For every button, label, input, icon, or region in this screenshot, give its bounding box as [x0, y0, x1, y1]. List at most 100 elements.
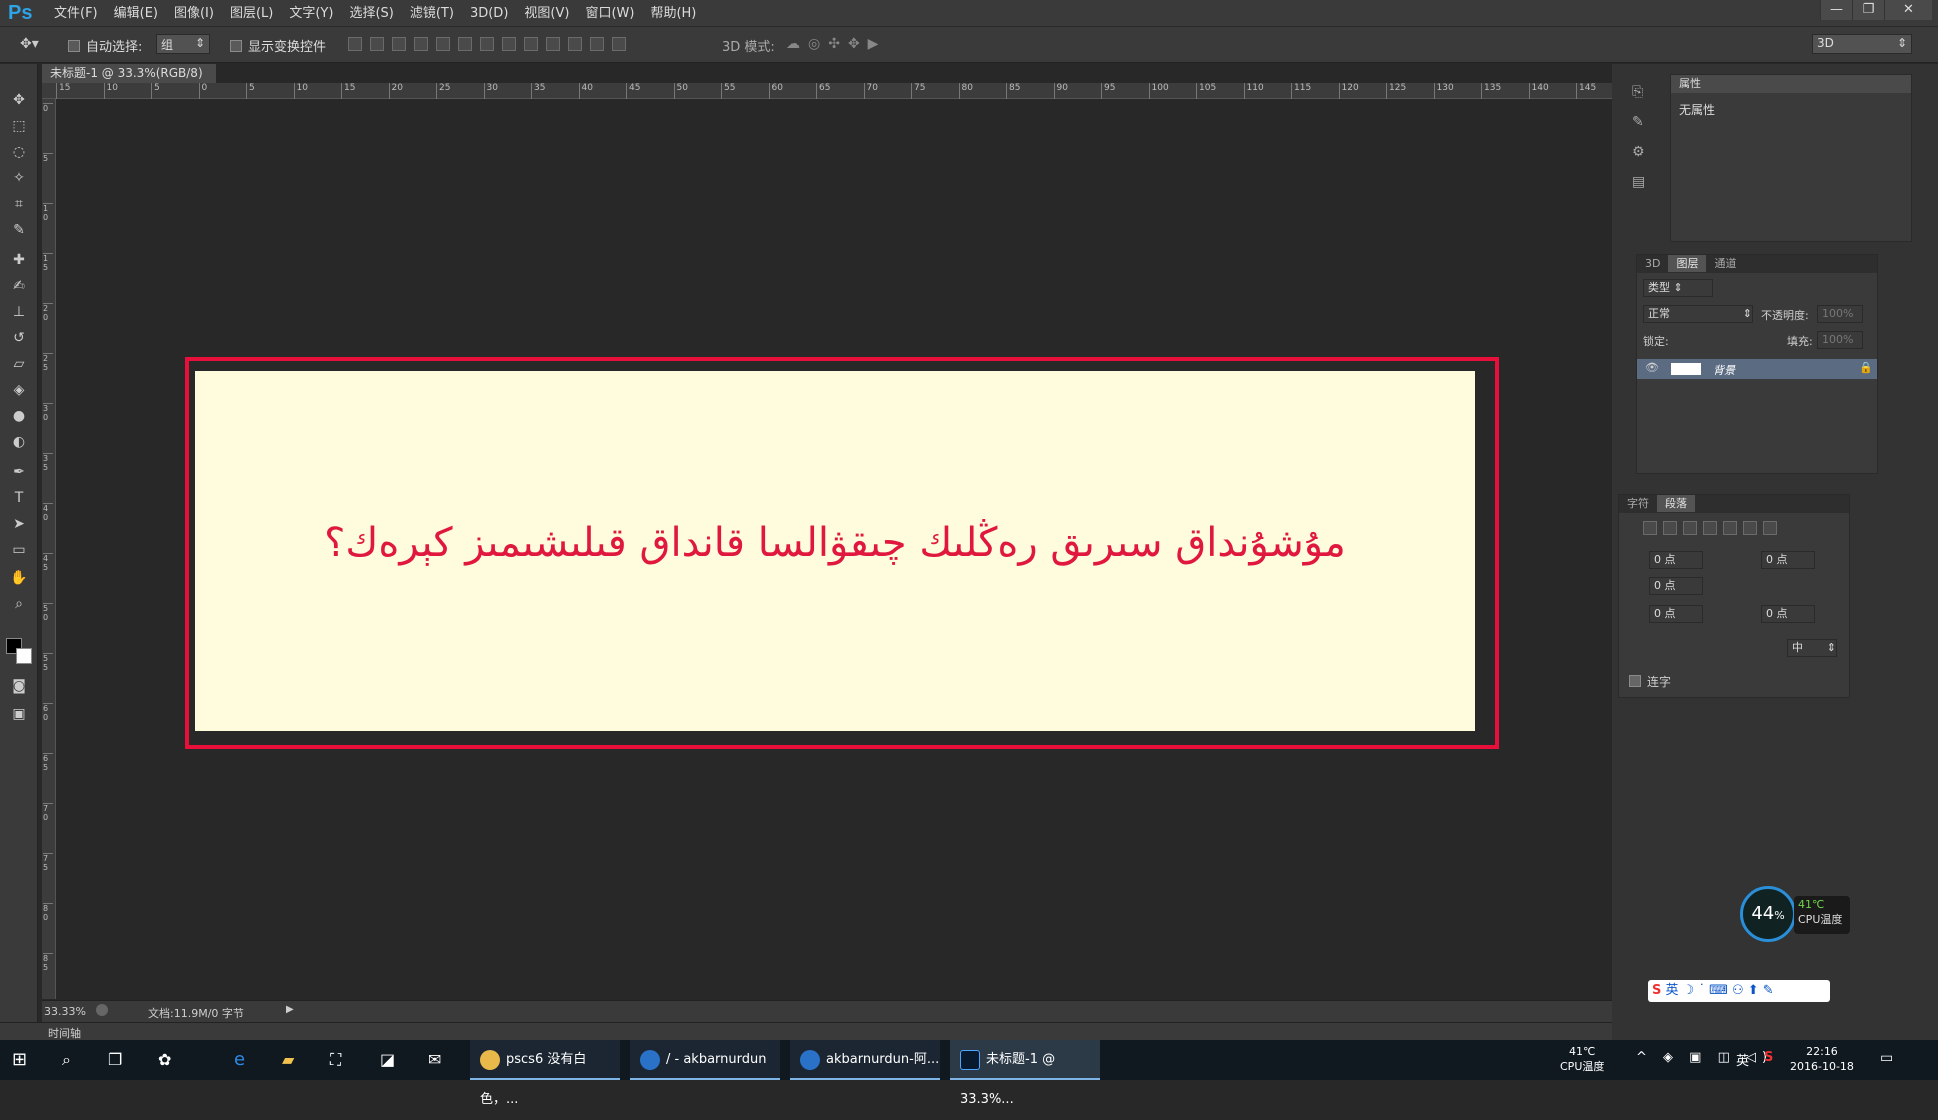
adjust-panel-icon[interactable]: ⚙ [1632, 144, 1654, 160]
menu-file[interactable]: 文件(F) [46, 5, 106, 22]
minimize-button[interactable]: — [1820, 0, 1852, 20]
align-hcenter-icon[interactable] [436, 37, 450, 51]
distribute-left-icon[interactable] [546, 37, 560, 51]
ime-lang[interactable]: 英 [1666, 983, 1679, 998]
screen-mode-icon[interactable]: ▣ [8, 704, 30, 724]
align-right-text-icon[interactable] [1683, 521, 1697, 535]
justify-all-icon[interactable] [1763, 521, 1777, 535]
tray-ime-lang[interactable]: 英 [1736, 1050, 1749, 1069]
tab-channels[interactable]: 通道 [1706, 255, 1744, 272]
space-after-field[interactable]: 0 点 [1761, 605, 1815, 623]
align-left-icon[interactable] [414, 37, 428, 51]
opacity-field[interactable]: 100% [1817, 305, 1863, 323]
workspace-dropdown[interactable]: 3D ⇕ [1812, 34, 1912, 54]
menu-type[interactable]: 文字(Y) [281, 5, 341, 22]
auto-align-icon[interactable] [612, 37, 626, 51]
path-select-icon[interactable]: ➤ [8, 514, 30, 534]
distribute-hcenter-icon[interactable] [568, 37, 582, 51]
layer-name[interactable]: 背景 [1713, 362, 1735, 378]
taskbar-app-photoshop[interactable]: 未标题-1 @ 33.3%... [950, 1040, 1100, 1107]
lasso-tool-icon[interactable]: ◌ [8, 142, 30, 162]
align-vcenter-icon[interactable] [370, 37, 384, 51]
eraser-tool-icon[interactable]: ▱ [8, 354, 30, 374]
tray-icons[interactable]: ^ ◈ ▣ ◫ ◁) [1636, 1050, 1773, 1065]
eyedropper-icon[interactable]: ✎ [8, 220, 30, 240]
justify-right-icon[interactable] [1743, 521, 1757, 535]
edge-icon[interactable]: e [234, 1040, 245, 1080]
document-tab[interactable]: 未标题-1 @ 33.3%(RGB/8) × [42, 64, 216, 99]
store-icon[interactable]: ⛶ [330, 1040, 341, 1080]
file-explorer-icon[interactable]: ▰ [282, 1040, 294, 1080]
distribute-vcenter-icon[interactable] [502, 37, 516, 51]
space-before-field[interactable]: 0 点 [1649, 605, 1703, 623]
pinned-app3-icon[interactable]: ✉ [428, 1040, 441, 1080]
pinned-app2-icon[interactable]: ◪ [380, 1040, 395, 1080]
hyphenate-checkbox[interactable] [1629, 673, 1641, 687]
zoom-tool-icon[interactable]: ⌕ [8, 594, 30, 614]
hand-tool-icon[interactable]: ✋ [8, 568, 30, 588]
tab-character[interactable]: 字符 [1619, 495, 1657, 512]
search-icon[interactable]: ⌕ [62, 1040, 71, 1080]
menu-view[interactable]: 视图(V) [516, 5, 577, 22]
task-view-icon[interactable]: ❐ [108, 1040, 122, 1080]
blur-tool-icon[interactable]: ● [8, 406, 30, 426]
taskbar-app-chrome[interactable]: pscs6 没有白色，... [470, 1040, 620, 1107]
type-tool-icon[interactable]: T [8, 488, 30, 508]
tab-3d[interactable]: 3D [1637, 255, 1668, 272]
brush-panel-icon[interactable]: ✎ [1632, 114, 1654, 130]
align-top-icon[interactable] [348, 37, 362, 51]
paint-bucket-icon[interactable]: ◈ [8, 380, 30, 400]
cpu-gauge[interactable]: 44% [1740, 886, 1796, 942]
tray-cpu[interactable]: 41℃ CPU温度 [1560, 1044, 1604, 1074]
notification-icon[interactable]: ▭ [1880, 1050, 1893, 1066]
crop-tool-icon[interactable]: ⌗ [8, 194, 30, 214]
background-color[interactable] [16, 648, 32, 664]
auto-select-checkbox[interactable] [68, 38, 80, 52]
show-transform-checkbox[interactable] [230, 38, 242, 52]
taskbar-app-akbarnurdun1[interactable]: / - akbarnurdun [630, 1040, 780, 1080]
start-windows-icon[interactable]: ⊞ [12, 1040, 27, 1080]
menu-layer[interactable]: 图层(L) [222, 5, 281, 22]
tab-paragraph[interactable]: 段落 [1657, 495, 1695, 512]
layer-comps-icon[interactable]: ▤ [1632, 174, 1654, 190]
tab-layers[interactable]: 图层 [1668, 255, 1707, 272]
indent-right-field[interactable]: 0 点 [1761, 551, 1815, 569]
kashida-dropdown[interactable]: 中 ⇕ [1787, 639, 1837, 657]
menu-select[interactable]: 选择(S) [341, 5, 401, 22]
restore-button[interactable]: ❐ [1852, 0, 1884, 20]
menu-3d[interactable]: 3D(D) [462, 5, 516, 22]
menu-help[interactable]: 帮助(H) [642, 5, 704, 22]
justify-left-icon[interactable] [1703, 521, 1717, 535]
stamp-tool-icon[interactable]: ⊥ [8, 302, 30, 322]
history-brush-icon[interactable]: ↺ [8, 328, 30, 348]
menu-edit[interactable]: 编辑(E) [106, 5, 166, 22]
ime-toolbar[interactable]: S 英 ☽ ˙ ⌨ ⚇ ⬆ ✎ [1648, 980, 1830, 1002]
taskbar-app-akbarnurdun2[interactable]: akbarnurdun-阿... [790, 1040, 940, 1080]
move-tool-icon[interactable]: ✥ [8, 90, 30, 110]
status-info-icon[interactable] [96, 1004, 108, 1016]
menu-image[interactable]: 图像(I) [166, 5, 222, 22]
distribute-bottom-icon[interactable] [524, 37, 538, 51]
auto-select-dropdown[interactable]: 组 ⇕ [156, 34, 210, 54]
layer-row-background[interactable]: 👁 背景 🔒 [1637, 359, 1877, 379]
ime-tools-icons[interactable]: ☽ ˙ ⌨ ⚇ ⬆ ✎ [1683, 983, 1774, 998]
quick-mask-icon[interactable]: ◙ [8, 676, 30, 696]
justify-center-icon[interactable] [1723, 521, 1737, 535]
close-button[interactable]: ✕ [1884, 0, 1932, 20]
magic-wand-icon[interactable]: ✧ [8, 168, 30, 188]
healing-brush-icon[interactable]: ✚ [8, 250, 30, 270]
layer-filter-dropdown[interactable]: 类型 ⇕ [1643, 279, 1713, 297]
marquee-tool-icon[interactable]: ⬚ [8, 116, 30, 136]
zoom-level[interactable]: 33.33% [44, 1005, 86, 1018]
blend-mode-dropdown[interactable]: 正常 ⇕ [1643, 305, 1753, 323]
distribute-top-icon[interactable] [480, 37, 494, 51]
timeline-label[interactable]: 时间轴 [48, 1025, 81, 1041]
history-panel-icon[interactable]: ⎘ [1632, 84, 1654, 100]
brush-tool-icon[interactable]: ✍ [8, 276, 30, 296]
menu-filter[interactable]: 滤镜(T) [402, 5, 462, 22]
clock[interactable]: 22:16 2016-10-18 [1790, 1044, 1854, 1074]
menu-window[interactable]: 窗口(W) [577, 5, 642, 22]
align-bottom-icon[interactable] [392, 37, 406, 51]
tray-sogou-icon[interactable]: S [1764, 1050, 1773, 1065]
move-tool-icon[interactable]: ✥▾ [20, 36, 39, 52]
